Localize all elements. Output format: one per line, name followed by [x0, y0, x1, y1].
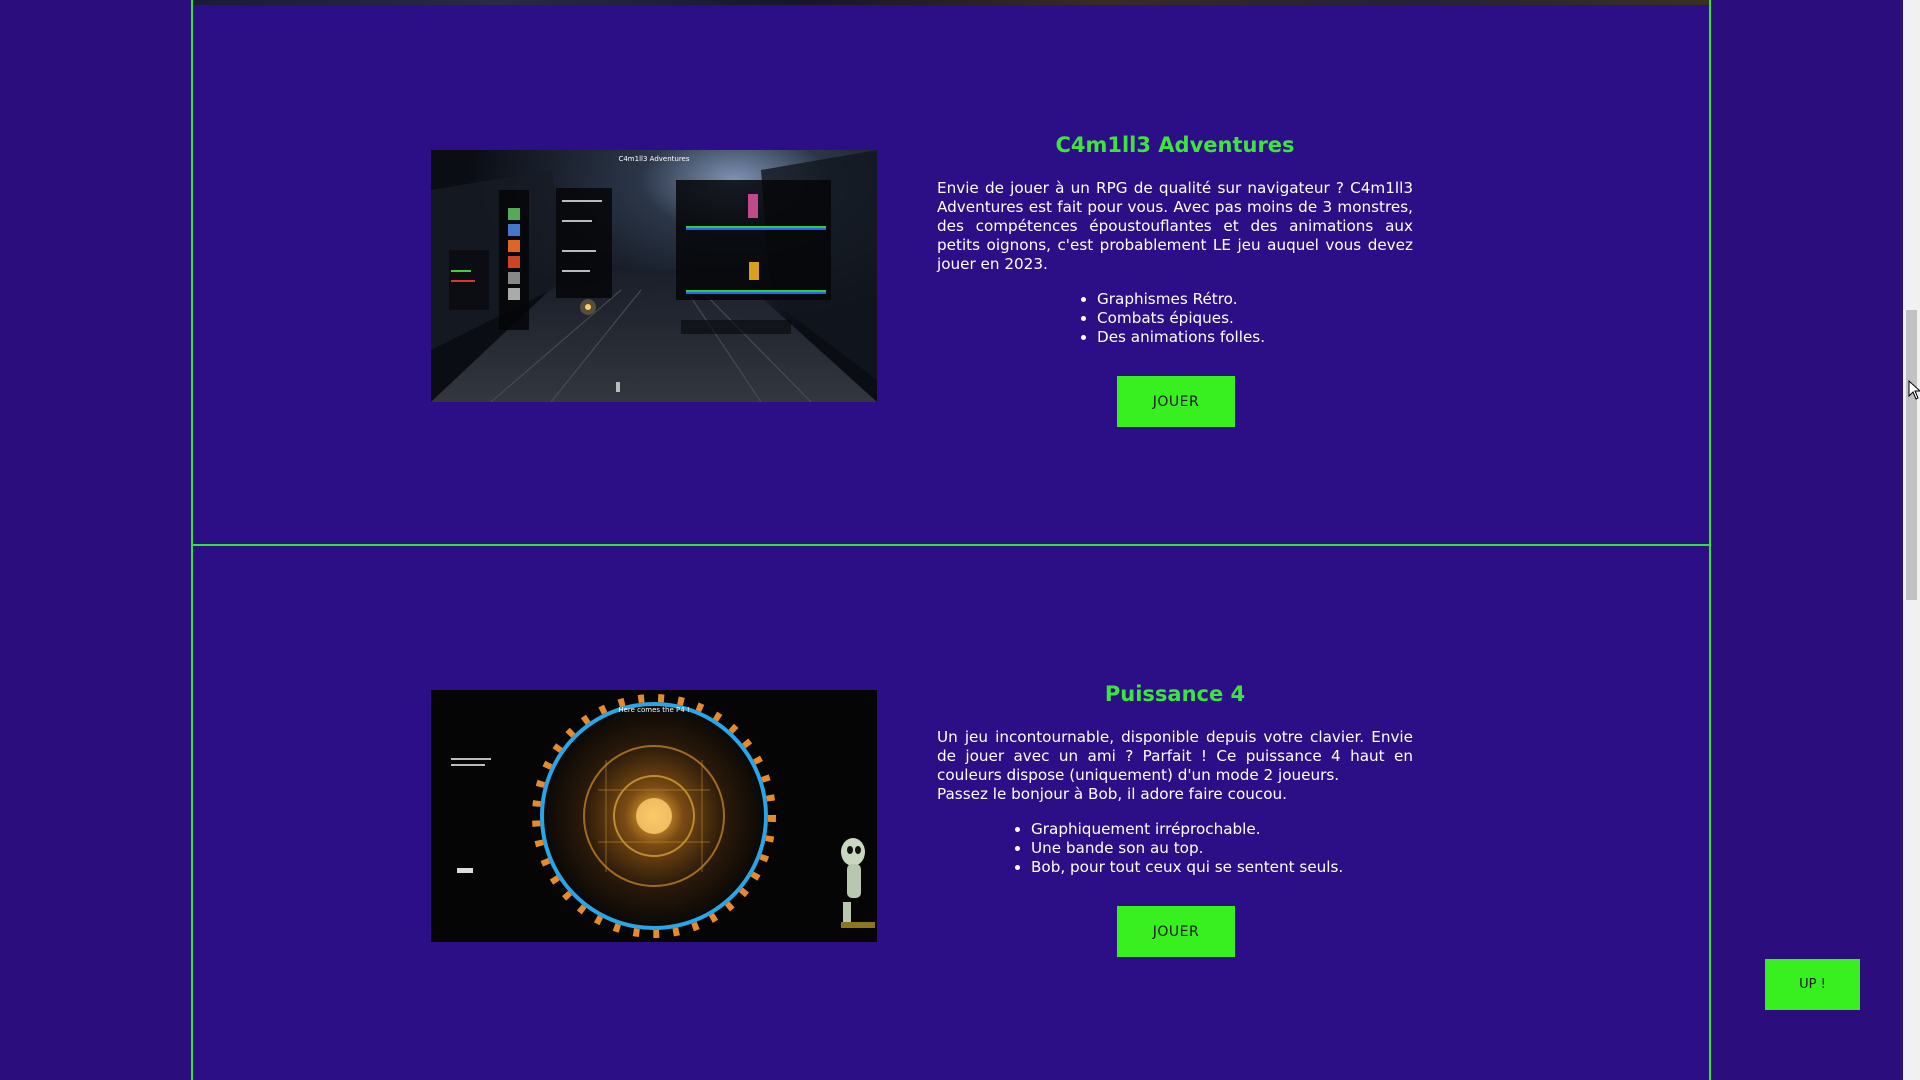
game-description: Un jeu incontournable, disponible depuis…	[937, 728, 1413, 804]
description-line: Un jeu incontournable, disponible depuis…	[937, 728, 1413, 784]
game-card-c4m1ll3: C4m1ll3 Adventures C4m1ll3 Adventures En…	[193, 5, 1709, 545]
mouse-pointer-icon	[1908, 380, 1920, 400]
thumbnail-caption: C4m1ll3 Adventures	[618, 155, 689, 163]
page-scrollbar[interactable]	[1903, 0, 1920, 1080]
feature-item: Une bande son au top.	[1013, 839, 1413, 858]
game-title: Puissance 4	[1104, 682, 1246, 706]
game-description: Envie de jouer à un RPG de qualité sur n…	[937, 179, 1413, 273]
game-info-c4m1ll3: C4m1ll3 Adventures Envie de jouer à un R…	[937, 133, 1413, 347]
page-viewport: C4m1ll3 Adventures C4m1ll3 Adventures En…	[0, 0, 1920, 1080]
game-info-puissance-4: Puissance 4 Un jeu incontournable, dispo…	[937, 682, 1413, 877]
feature-list: Graphiquement irréprochable. Une bande s…	[1013, 820, 1413, 877]
game-thumbnail-c4m1ll3[interactable]: C4m1ll3 Adventures	[431, 150, 877, 402]
main-content: C4m1ll3 Adventures C4m1ll3 Adventures En…	[191, 0, 1711, 1080]
c4m1ll3-screenshot-image: C4m1ll3 Adventures	[431, 150, 877, 402]
scroll-up-button[interactable]: UP !	[1765, 959, 1860, 1010]
feature-item: Graphiquement irréprochable.	[1013, 820, 1413, 839]
feature-item: Des animations folles.	[1079, 328, 1413, 347]
scrollbar-thumb[interactable]	[1906, 310, 1917, 600]
feature-item: Bob, pour tout ceux qui se sentent seuls…	[1013, 858, 1413, 877]
game-thumbnail-puissance-4[interactable]: Here comes the P4 !	[431, 690, 877, 942]
feature-item: Graphismes Rétro.	[1079, 290, 1413, 309]
play-button-puissance-4[interactable]: JOUER	[1117, 906, 1235, 957]
feature-item: Combats épiques.	[1079, 309, 1413, 328]
puissance-4-screenshot-image: Here comes the P4 !	[431, 690, 877, 942]
game-card-puissance-4: Here comes the P4 ! Puissance 4 Un jeu i…	[193, 546, 1709, 1080]
play-button-c4m1ll3[interactable]: JOUER	[1117, 376, 1235, 427]
thumbnail-caption: Here comes the P4 !	[618, 706, 689, 714]
feature-list: Graphismes Rétro. Combats épiques. Des a…	[1079, 290, 1413, 347]
game-title: C4m1ll3 Adventures	[1055, 133, 1295, 157]
description-line: Passez le bonjour à Bob, il adore faire …	[937, 785, 1287, 803]
